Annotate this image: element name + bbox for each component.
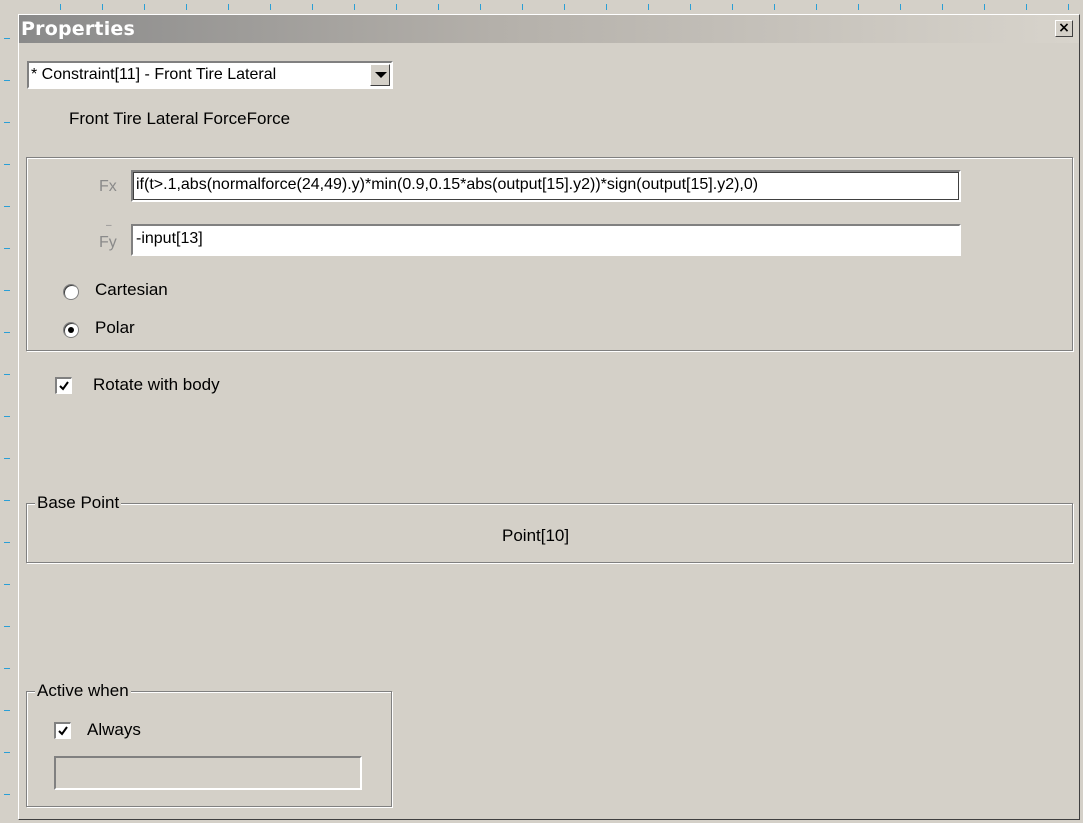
rotate-with-body-checkbox[interactable]: [55, 377, 72, 394]
polar-radio[interactable]: [63, 322, 79, 338]
checkmark-icon: [59, 381, 69, 391]
fy-field[interactable]: -input[13]: [131, 224, 961, 256]
force-group: Fx if(t>.1,abs(normalforce(24,49).y)*min…: [26, 157, 1073, 351]
close-icon: ×: [1058, 20, 1070, 36]
always-label[interactable]: Always: [87, 720, 141, 740]
polar-label[interactable]: Polar: [95, 318, 135, 338]
object-selector-value: * Constraint[11] - Front Tire Lateral: [31, 66, 277, 83]
active-when-group: Active when Always: [26, 681, 392, 807]
fy-label: Fy: [99, 234, 117, 251]
title-bar[interactable]: Properties ×: [19, 15, 1079, 43]
active-when-legend: Active when: [35, 681, 131, 701]
base-point-value[interactable]: Point[10]: [502, 526, 569, 546]
always-checkbox[interactable]: [54, 722, 71, 739]
active-condition-field[interactable]: [54, 756, 362, 790]
object-selector[interactable]: * Constraint[11] - Front Tire Lateral: [27, 61, 393, 89]
rotate-with-body-label[interactable]: Rotate with body: [93, 375, 220, 395]
fx-label: Fx: [99, 178, 117, 195]
fy-arrow-icon: –: [106, 220, 112, 231]
cartesian-radio[interactable]: [63, 284, 79, 300]
checkmark-icon: [58, 726, 68, 736]
object-description: Front Tire Lateral ForceForce: [69, 109, 291, 128]
close-button[interactable]: ×: [1055, 20, 1073, 37]
properties-window: Properties × * Constraint[11] - Front Ti…: [18, 14, 1080, 820]
fx-field[interactable]: if(t>.1,abs(normalforce(24,49).y)*min(0.…: [131, 170, 961, 202]
window-title: Properties: [21, 18, 135, 40]
base-point-group: Base Point Point[10]: [26, 493, 1073, 563]
base-point-legend: Base Point: [35, 493, 122, 513]
cartesian-label[interactable]: Cartesian: [95, 280, 168, 300]
ruler-left: [0, 0, 18, 823]
chevron-down-icon[interactable]: [370, 64, 390, 86]
